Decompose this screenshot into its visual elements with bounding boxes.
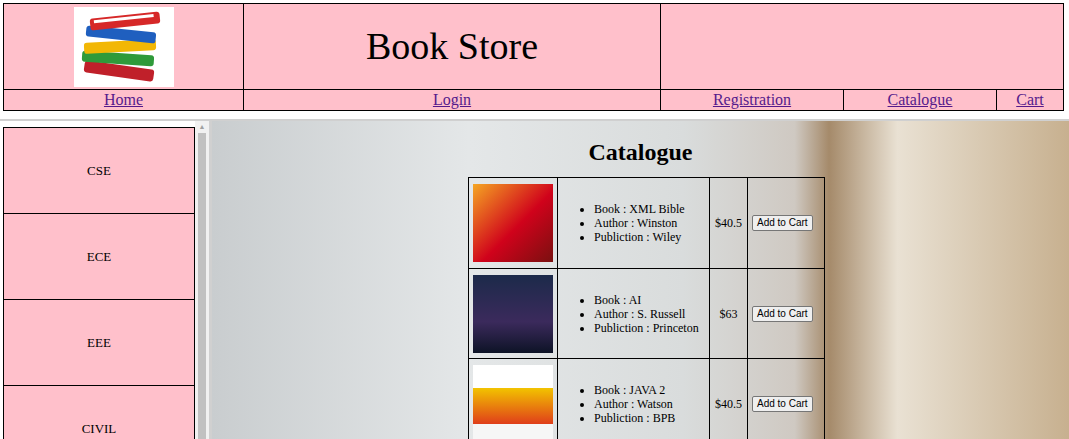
book-cover [473, 275, 553, 353]
nav-bar: Home Login Registration Catalogue Cart [4, 90, 1063, 110]
sidebar-item[interactable]: ECE [3, 213, 195, 300]
sidebar-item[interactable]: EEE [3, 299, 195, 386]
nav-link[interactable]: Cart [1016, 91, 1044, 109]
nav-link[interactable]: Login [433, 91, 471, 109]
site-title: Book Store [244, 4, 661, 89]
header: Book Store Home Login Registration Catalogue… [0, 0, 1069, 111]
book-price: $40.5 [710, 178, 748, 268]
catalogue-heading: Catalogue [589, 137, 693, 167]
book-cover [473, 184, 553, 262]
sidebar-item[interactable]: CIVIL [3, 385, 195, 439]
add-to-cart-button[interactable]: Add to Cart [752, 215, 813, 231]
sidebar-item[interactable]: CSE [3, 127, 195, 214]
sidebar-frame: CSEECEEEECIVIL▲ [0, 121, 212, 439]
page: Book Store Home Login Registration Catalogue… [0, 0, 1069, 439]
book-price: $40.5 [710, 359, 748, 439]
nav-link[interactable]: Registration [713, 91, 791, 109]
books-logo-icon [74, 7, 174, 87]
book-row: Book : AIAuthor : S. RussellPubliction :… [469, 268, 824, 358]
book-details: Book : AIAuthor : S. RussellPubliction :… [558, 293, 703, 335]
frames: CSEECEEEECIVIL▲ Catalogue Book : XML Bible… [0, 119, 1069, 439]
book-cover [473, 365, 553, 439]
logo-cell [4, 4, 244, 89]
header-empty-cell [661, 4, 1063, 89]
book-details: Book : XML BibleAuthor : WinstonPublicti… [558, 202, 689, 244]
nav-link[interactable]: Home [104, 91, 143, 109]
book-row: Book : XML BibleAuthor : WinstonPublicti… [469, 178, 824, 268]
catalogue-frame: Catalogue Book : XML BibleAuthor : Winsto… [212, 121, 1069, 439]
catalogue-table: Book : XML BibleAuthor : WinstonPublicti… [468, 177, 825, 439]
nav-link[interactable]: Catalogue [888, 91, 953, 109]
sidebar-scrollbar[interactable]: ▲ [195, 121, 209, 439]
book-row: Book : JAVA 2Author : WatsonPubliction :… [469, 358, 824, 439]
book-price: $63 [710, 269, 748, 358]
add-to-cart-button[interactable]: Add to Cart [752, 396, 813, 412]
add-to-cart-button[interactable]: Add to Cart [752, 306, 813, 322]
book-details: Book : JAVA 2Author : WatsonPubliction :… [558, 383, 679, 425]
